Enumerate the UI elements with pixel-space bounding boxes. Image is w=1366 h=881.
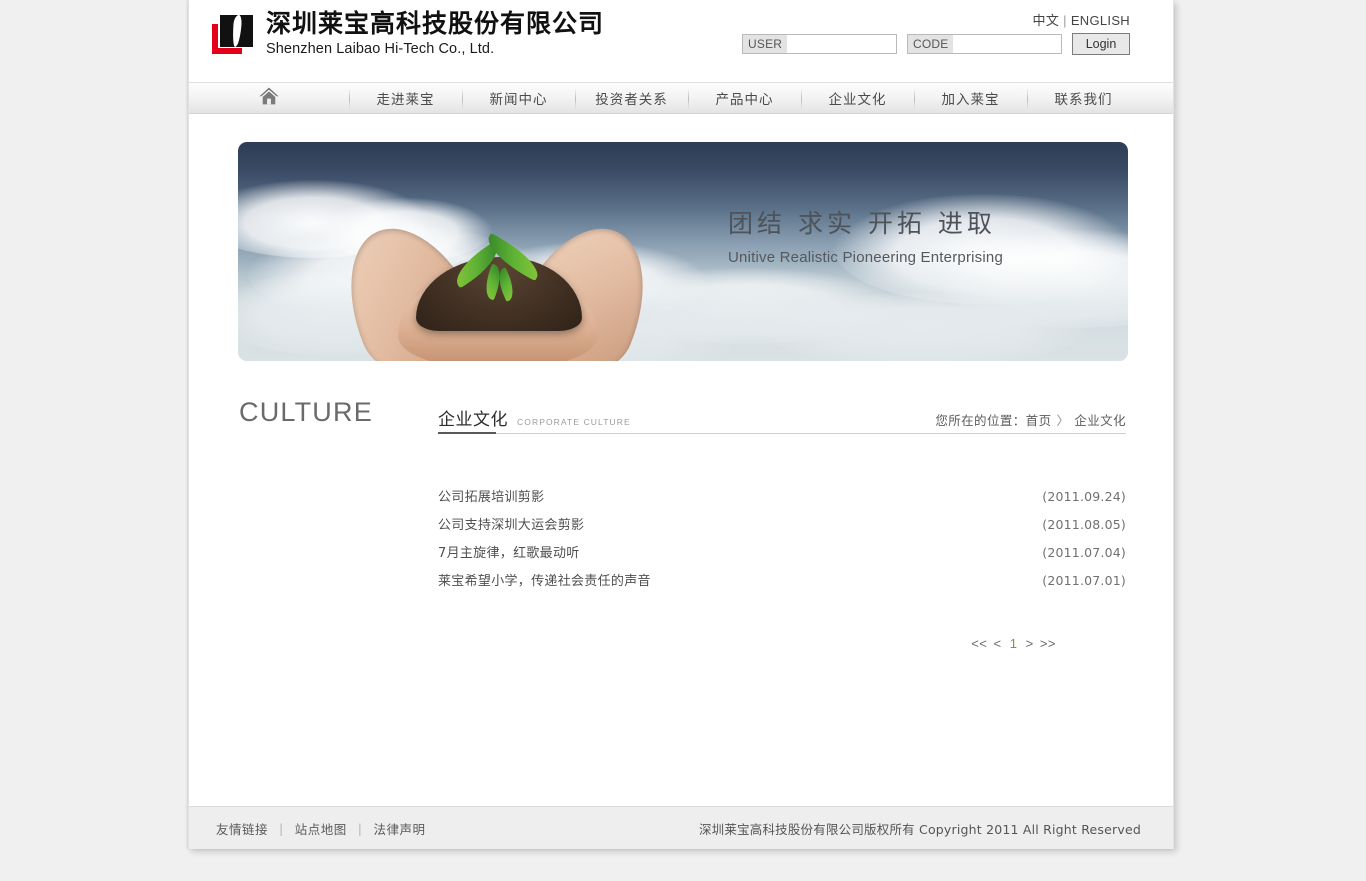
user-input[interactable] — [787, 35, 896, 53]
list-item[interactable]: 莱宝希望小学，传递社会责任的声音 (2011.07.01) — [438, 570, 1126, 598]
logo-company-name-cn: 深圳莱宝高科技股份有限公司 — [266, 9, 605, 38]
banner-slogan: 团结 求实 开拓 进取 Unitive Realistic Pioneering… — [728, 204, 1003, 266]
home-icon — [258, 86, 280, 110]
footer-link-sitemap[interactable]: 站点地图 — [295, 819, 347, 838]
culture-banner-image: 团结 求实 开拓 进取 Unitive Realistic Pioneering… — [238, 142, 1128, 361]
article-date: (2011.07.01) — [1042, 573, 1126, 588]
nav-item-contact[interactable]: 联系我们 — [1027, 83, 1140, 113]
code-field-label: CODE — [908, 35, 954, 53]
main-column: 企业文化 CORPORATE CULTURE 您所在的位置：首页〉企业文化 公司… — [438, 361, 1126, 651]
footer-link-friendly-links[interactable]: 友情链接 — [216, 819, 268, 838]
footer-separator: | — [357, 820, 363, 836]
article-title[interactable]: 公司拓展培训剪影 — [438, 486, 544, 505]
nav-label: 联系我们 — [1054, 92, 1113, 108]
nav-item-products[interactable]: 产品中心 — [688, 83, 801, 113]
site-logo[interactable]: 深圳莱宝高科技股份有限公司 Shenzhen Laibao Hi-Tech Co… — [211, 11, 604, 57]
article-date: (2011.07.04) — [1042, 545, 1126, 560]
logo-company-name-en: Shenzhen Laibao Hi-Tech Co., Ltd. — [266, 41, 495, 57]
list-item[interactable]: 公司支持深圳大运会剪影 (2011.08.05) — [438, 514, 1126, 542]
breadcrumb-home-link[interactable]: 首页 — [1026, 413, 1052, 428]
pagination-last-button[interactable]: >> — [1040, 636, 1056, 651]
page-title: CULTURE — [239, 397, 373, 427]
site-container: 深圳莱宝高科技股份有限公司 Shenzhen Laibao Hi-Tech Co… — [188, 0, 1174, 849]
nav-item-careers[interactable]: 加入莱宝 — [914, 83, 1027, 113]
article-date: (2011.08.05) — [1042, 517, 1126, 532]
article-list: 公司拓展培训剪影 (2011.09.24) 公司支持深圳大运会剪影 (2011.… — [438, 486, 1126, 598]
nav-label: 企业文化 — [828, 92, 887, 108]
breadcrumb-current[interactable]: 企业文化 — [1074, 413, 1126, 428]
footer-link-legal[interactable]: 法律声明 — [373, 819, 425, 838]
user-field-label: USER — [743, 35, 788, 53]
list-item[interactable]: 公司拓展培训剪影 (2011.09.24) — [438, 486, 1126, 514]
pagination-prev-button[interactable]: < — [994, 636, 1002, 651]
content-area: CULTURE 企业文化 CORPORATE CULTURE 您所在的位置：首页… — [189, 361, 1173, 651]
breadcrumb: 您所在的位置：首页〉企业文化 — [935, 410, 1126, 429]
nav-label: 投资者关系 — [595, 92, 668, 108]
page-root: 深圳莱宝高科技股份有限公司 Shenzhen Laibao Hi-Tech Co… — [0, 0, 1366, 881]
footer-separator: | — [279, 820, 284, 836]
logo-text-group: 深圳莱宝高科技股份有限公司 Shenzhen Laibao Hi-Tech Co… — [266, 11, 604, 57]
nav-item-investor[interactable]: 投资者关系 — [575, 83, 688, 113]
code-field[interactable]: CODE — [907, 34, 1062, 54]
user-field[interactable]: USER — [742, 34, 897, 54]
nav-label: 加入莱宝 — [941, 92, 1000, 108]
section-header: 企业文化 CORPORATE CULTURE 您所在的位置：首页〉企业文化 — [438, 405, 1126, 434]
nav-item-news[interactable]: 新闻中心 — [462, 83, 575, 113]
nav-item-home[interactable] — [189, 83, 349, 113]
nav-item-culture[interactable]: 企业文化 — [801, 83, 914, 113]
nav-label: 走进莱宝 — [376, 92, 435, 108]
pagination-next-button[interactable]: > — [1026, 636, 1034, 651]
breadcrumb-label: 您所在的位置： — [935, 413, 1026, 428]
login-button[interactable]: Login — [1072, 33, 1130, 55]
article-title[interactable]: 公司支持深圳大运会剪影 — [438, 514, 584, 533]
laibao-logo-mark-icon — [211, 12, 255, 56]
login-bar: USER CODE Login — [742, 33, 1130, 55]
article-title[interactable]: 莱宝希望小学，传递社会责任的声音 — [438, 570, 651, 589]
footer-copyright: 深圳莱宝高科技股份有限公司版权所有 Copyright 2011 All Rig… — [698, 821, 1141, 837]
pagination: << < 1 > >> — [438, 636, 1126, 651]
footer-links: 友情链接 | 站点地图 | 法律声明 — [216, 819, 425, 838]
nav-label: 产品中心 — [715, 92, 774, 108]
article-date: (2011.09.24) — [1042, 489, 1126, 504]
site-footer: 友情链接 | 站点地图 | 法律声明 深圳莱宝高科技股份有限公司版权所有 Cop… — [189, 806, 1173, 849]
lang-english-link[interactable]: ENGLISH — [1071, 13, 1130, 28]
banner-section: 团结 求实 开拓 进取 Unitive Realistic Pioneering… — [189, 114, 1173, 361]
pagination-current-page[interactable]: 1 — [1010, 636, 1018, 651]
lang-chinese-link[interactable]: 中文 — [1033, 13, 1060, 28]
list-item[interactable]: 7月主旋律，红歌最动听 (2011.07.04) — [438, 542, 1126, 570]
banner-slogan-en: Unitive Realistic Pioneering Enterprisin… — [728, 249, 1003, 266]
pagination-first-button[interactable]: << — [971, 636, 987, 651]
code-input[interactable] — [953, 35, 1061, 53]
nav-item-about[interactable]: 走进莱宝 — [349, 83, 462, 113]
nav-label: 新闻中心 — [489, 92, 548, 108]
article-title[interactable]: 7月主旋律，红歌最动听 — [438, 542, 580, 561]
lang-separator: | — [1063, 13, 1067, 28]
site-header: 深圳莱宝高科技股份有限公司 Shenzhen Laibao Hi-Tech Co… — [189, 0, 1173, 82]
section-title-en: CORPORATE CULTURE — [517, 417, 631, 427]
section-title-cn: 企业文化 — [438, 410, 508, 430]
main-navigation: 走进莱宝 新闻中心 投资者关系 产品中心 企业文化 加入莱宝 联系我们 — [189, 82, 1173, 114]
language-switcher: 中文 | ENGLISH — [1033, 10, 1130, 29]
banner-slogan-cn: 团结 求实 开拓 进取 — [728, 209, 996, 238]
chevron-right-icon: 〉 — [1056, 413, 1070, 428]
